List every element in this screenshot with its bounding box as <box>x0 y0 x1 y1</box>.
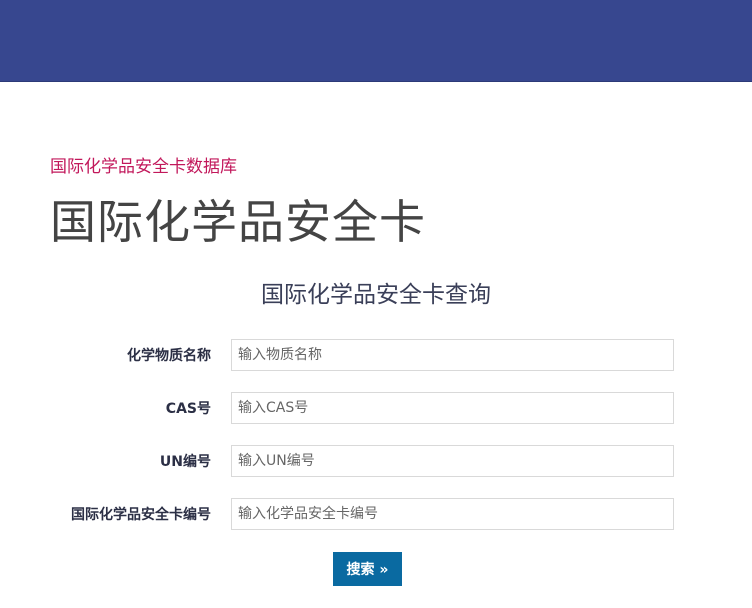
un-number-input[interactable] <box>231 445 674 477</box>
site-subtitle: 国际化学品安全卡数据库 <box>50 157 237 177</box>
un-number-label: UN编号 <box>159 454 211 470</box>
cas-number-label: CAS号 <box>165 401 211 417</box>
icsc-number-input[interactable] <box>231 498 674 530</box>
substance-name-input[interactable] <box>231 339 674 371</box>
substance-name-label: 化学物质名称 <box>127 348 211 364</box>
cas-number-input[interactable] <box>231 392 674 424</box>
icsc-number-label: 国际化学品安全卡编号 <box>71 507 211 523</box>
search-form-heading: 国际化学品安全卡查询 <box>261 282 491 308</box>
top-navigation-bar <box>0 0 752 82</box>
search-button[interactable]: 搜索 » <box>333 552 402 586</box>
page-title: 国际化学品安全卡 <box>50 195 426 249</box>
